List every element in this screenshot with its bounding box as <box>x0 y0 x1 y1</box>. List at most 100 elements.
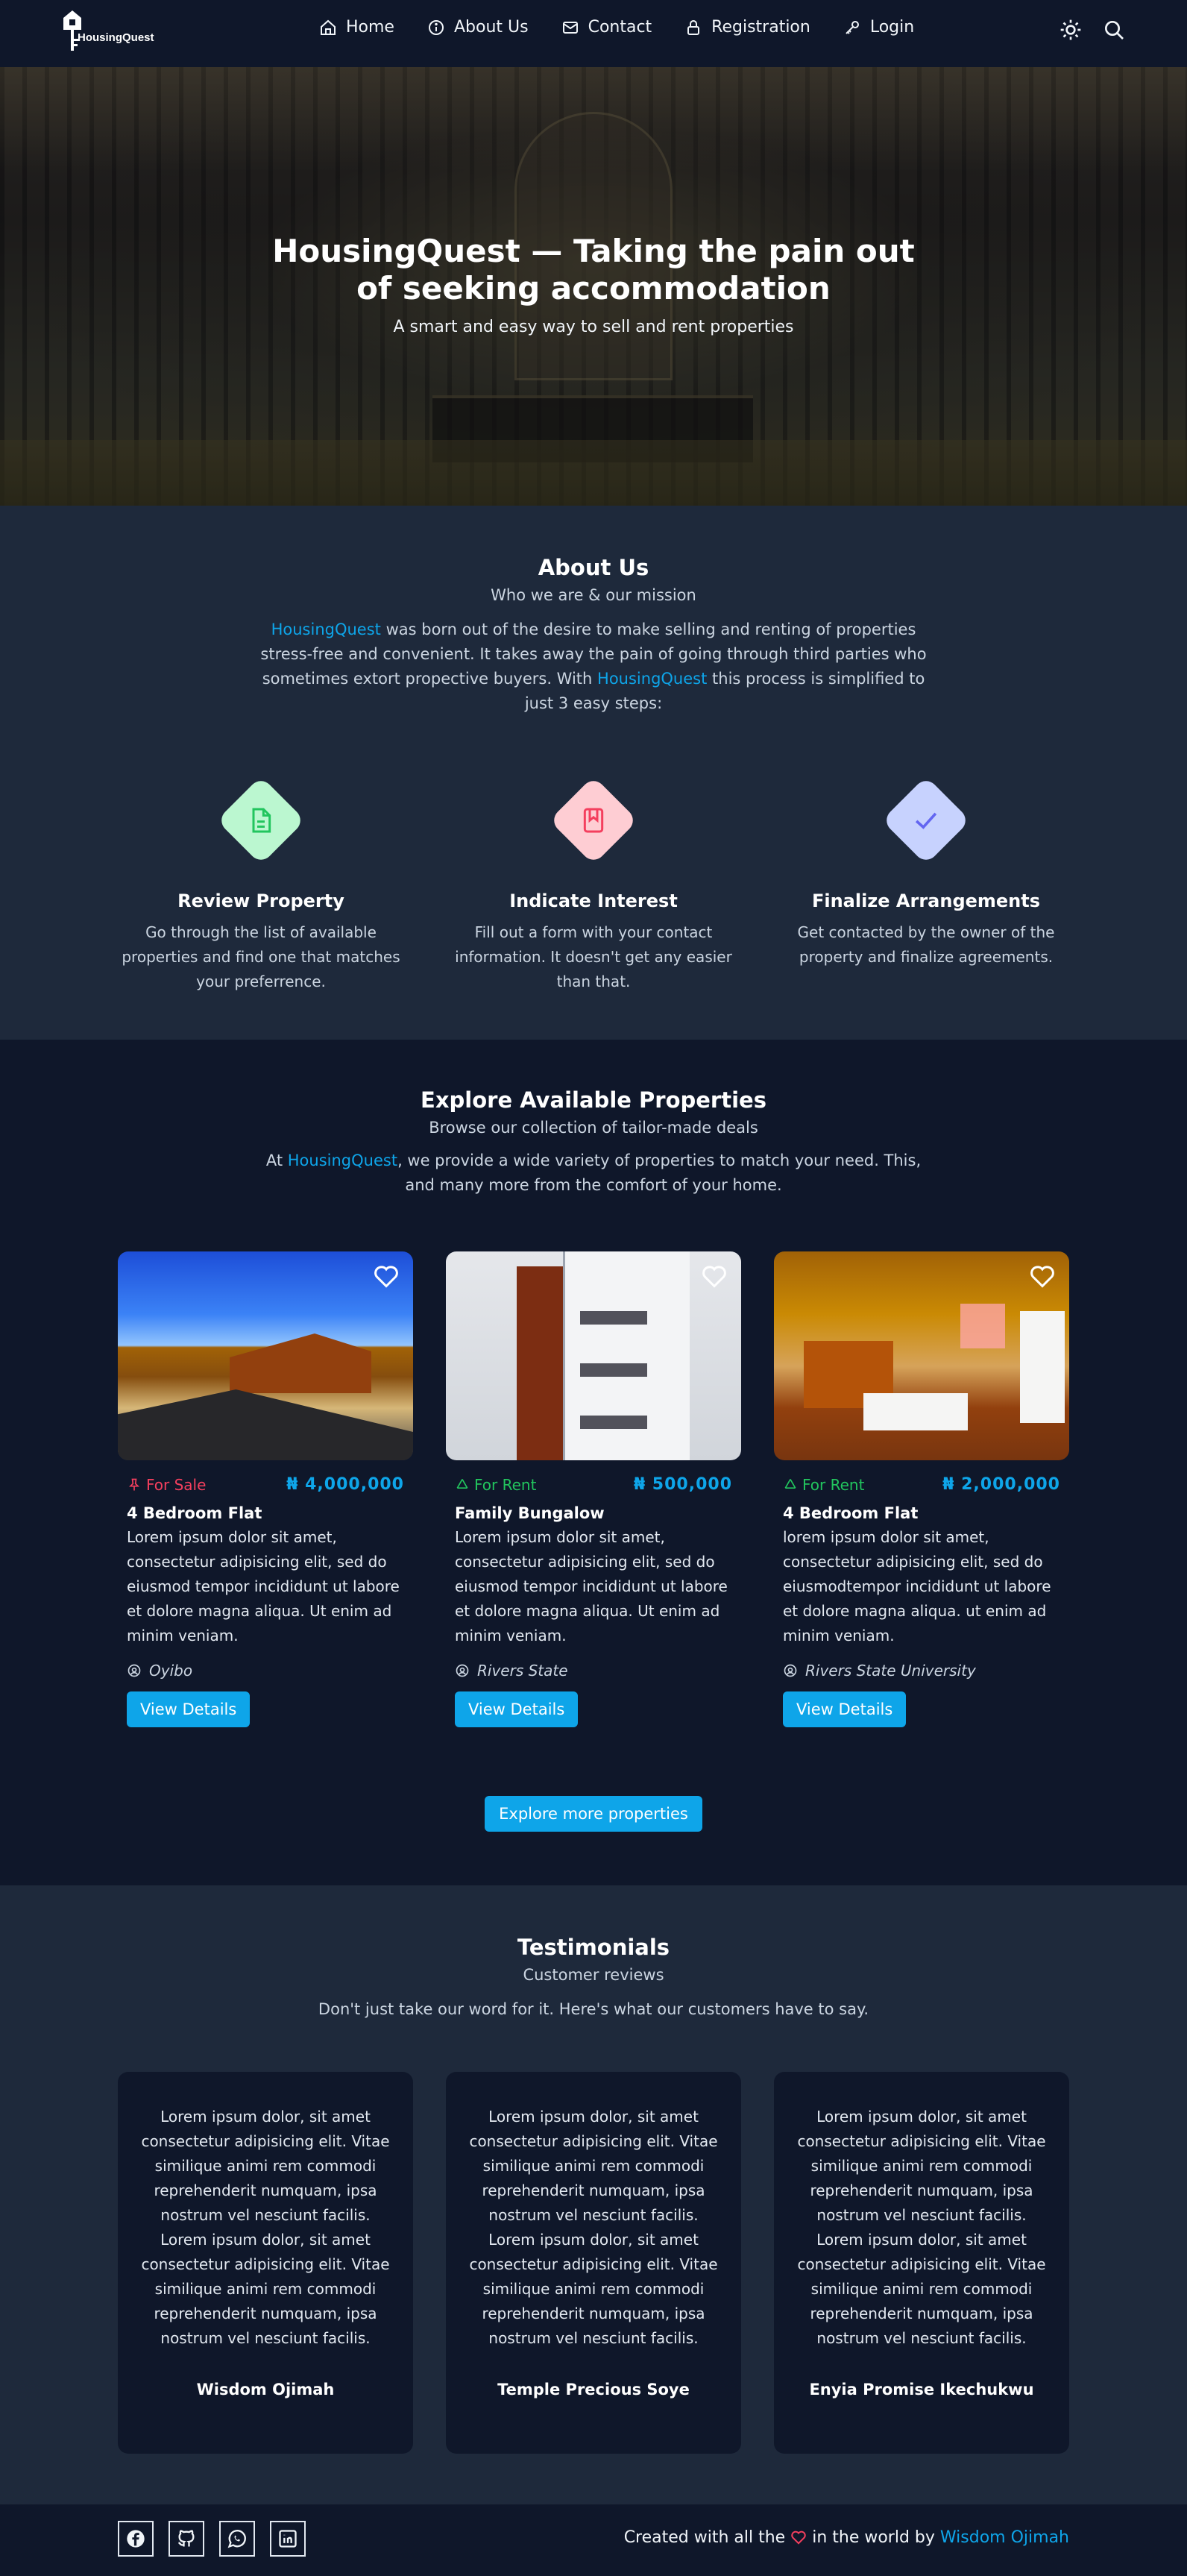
nav-actions <box>1059 18 1126 42</box>
properties-title: Explore Available Properties <box>421 1087 766 1113</box>
property-description: lorem ipsum dolor sit amet, consectetur … <box>783 1528 1051 1644</box>
testimonials-section: Testimonials Customer reviews Don't just… <box>0 1885 1187 2504</box>
balcony-2 <box>580 1363 647 1377</box>
properties-brand-link[interactable]: HousingQuest <box>288 1152 397 1169</box>
fridge-shape <box>1020 1311 1065 1423</box>
testimonial-text: Lorem ipsum dolor, sit amet consectetur … <box>797 2108 1046 2224</box>
heart-icon[interactable] <box>701 1263 728 1289</box>
nav-login-label: Login <box>869 18 915 37</box>
github-link[interactable] <box>169 2521 204 2557</box>
property-image[interactable] <box>446 1251 741 1460</box>
footer-credit-prefix: Created with all the <box>623 2528 791 2547</box>
testimonial-card: Lorem ipsum dolor, sit amet consectetur … <box>774 2072 1069 2454</box>
hero-title-line2: of seeking accommodation <box>356 270 831 307</box>
property-title: 4 Bedroom Flat <box>127 1504 262 1522</box>
step-review-title: Review Property <box>177 890 344 911</box>
property-description: Lorem ipsum dolor sit amet, consectetur … <box>455 1528 728 1644</box>
document-icon <box>252 808 271 833</box>
step-finalize: Finalize Arrangements Get contacted by t… <box>777 776 1075 994</box>
search-icon[interactable] <box>1102 18 1126 42</box>
property-location-label: Oyibo <box>149 1662 193 1680</box>
property-location: Rivers State <box>455 1662 732 1680</box>
property-meta: For Rent ₦ 2,000,000 <box>774 1475 1069 1494</box>
nav-home[interactable]: Home <box>319 18 394 37</box>
nav-contact[interactable]: Contact <box>561 18 652 37</box>
facebook-link[interactable] <box>118 2521 154 2557</box>
lock-icon <box>687 19 700 35</box>
table-shape <box>863 1393 968 1430</box>
about-section: About Us Who we are & our mission Housin… <box>0 506 1187 1040</box>
house-shape <box>230 1333 371 1393</box>
view-details-button[interactable]: View Details <box>127 1691 251 1727</box>
about-subtitle: Who we are & our mission <box>491 586 696 604</box>
about-title: About Us <box>538 555 649 580</box>
footer-credit: Created with all the in the world by Wis… <box>624 2528 1069 2547</box>
testimonial-author: Wisdom Ojimah <box>196 2381 335 2398</box>
nav-registration[interactable]: Registration <box>684 18 810 37</box>
property-location-label: Rivers State University <box>805 1662 976 1680</box>
property-description: Lorem ipsum dolor sit amet, consectetur … <box>127 1528 400 1644</box>
property-card: For Sale ₦ 4,000,000 4 Bedroom Flat Lore… <box>118 1251 413 1727</box>
properties-section: Explore Available Properties Browse our … <box>0 1040 1187 1885</box>
property-tag-label: For Rent <box>474 1475 537 1494</box>
step-interest: Indicate Interest Fill out a form with y… <box>444 776 743 994</box>
step-interest-title: Indicate Interest <box>509 890 678 911</box>
steps-list: Review Property Go through the list of a… <box>112 776 1075 994</box>
main-menu: Home About Us Contact Registration Login <box>319 18 914 37</box>
nav-login[interactable]: Login <box>843 18 914 37</box>
nav-about[interactable]: About Us <box>427 18 529 37</box>
linkedin-icon <box>279 2530 297 2548</box>
sun-icon[interactable] <box>1059 18 1083 42</box>
testimonial-cards: Lorem ipsum dolor, sit amet consectetur … <box>118 2072 1069 2454</box>
testimonial-card: Lorem ipsum dolor, sit amet consectetur … <box>446 2072 741 2454</box>
pin-icon <box>128 1478 140 1490</box>
property-meta: For Rent ₦ 500,000 <box>446 1475 741 1494</box>
property-image[interactable] <box>774 1251 1069 1460</box>
property-price: ₦ 4,000,000 <box>286 1475 404 1494</box>
whatsapp-link[interactable] <box>219 2521 255 2557</box>
property-tag-label: For Rent <box>802 1475 865 1494</box>
view-details-button[interactable]: View Details <box>783 1691 907 1727</box>
testimonial-text: Lorem ipsum dolor, sit amet consectetur … <box>469 2108 718 2224</box>
brand-logo[interactable]: HousingQuest <box>61 9 166 58</box>
property-tag: For Rent <box>455 1476 536 1494</box>
nav-about-label: About Us <box>453 18 529 37</box>
step-finalize-text: Get contacted by the owner of the proper… <box>797 923 1055 966</box>
window-shape <box>960 1304 1005 1348</box>
home-icon <box>321 19 336 35</box>
step-interest-badge <box>549 776 638 865</box>
building-white-shape <box>563 1251 690 1460</box>
property-title: Family Bungalow <box>455 1504 605 1522</box>
testimonial-author: Enyia Promise Ikechukwu <box>809 2381 1034 2398</box>
key-icon <box>846 20 859 34</box>
testimonials-subtitle: Customer reviews <box>523 1966 664 1984</box>
explore-more-button[interactable]: Explore more properties <box>485 1796 702 1832</box>
info-icon <box>428 19 444 35</box>
github-icon <box>178 2530 195 2547</box>
view-details-button[interactable]: View Details <box>455 1691 579 1727</box>
heart-icon[interactable] <box>373 1263 400 1289</box>
author-link[interactable]: Wisdom Ojimah <box>940 2528 1069 2547</box>
driveway-shape <box>118 1389 413 1460</box>
property-tag-label: For Sale <box>146 1475 207 1494</box>
balcony-1 <box>580 1311 647 1325</box>
mail-icon <box>562 21 578 34</box>
linkedin-link[interactable] <box>270 2521 306 2557</box>
step-review-text: Go through the list of available propert… <box>122 923 400 990</box>
property-image[interactable] <box>118 1251 413 1460</box>
building-brick-shape <box>517 1266 563 1460</box>
location-icon <box>127 1664 141 1677</box>
testimonial-text: Lorem ipsum dolor, sit amet consectetur … <box>141 2231 390 2347</box>
hero-title-line1: HousingQuest — Taking the pain out <box>272 233 915 269</box>
about-brand-link-2[interactable]: HousingQuest <box>597 670 707 688</box>
properties-paragraph-prefix: At <box>265 1152 288 1169</box>
about-brand-link[interactable]: HousingQuest <box>271 621 381 638</box>
step-review-badge <box>216 776 306 865</box>
properties-subtitle: Browse our collection of tailor-made dea… <box>429 1119 758 1137</box>
step-interest-text: Fill out a form with your contact inform… <box>455 923 732 990</box>
testimonial-author: Temple Precious Soye <box>497 2381 690 2398</box>
top-nav: HousingQuest Home About Us Contact Regis… <box>0 0 1187 67</box>
testimonials-title: Testimonials <box>517 1935 670 1960</box>
heart-icon[interactable] <box>1029 1263 1056 1289</box>
testimonial-text: Lorem ipsum dolor, sit amet consectetur … <box>797 2231 1046 2347</box>
